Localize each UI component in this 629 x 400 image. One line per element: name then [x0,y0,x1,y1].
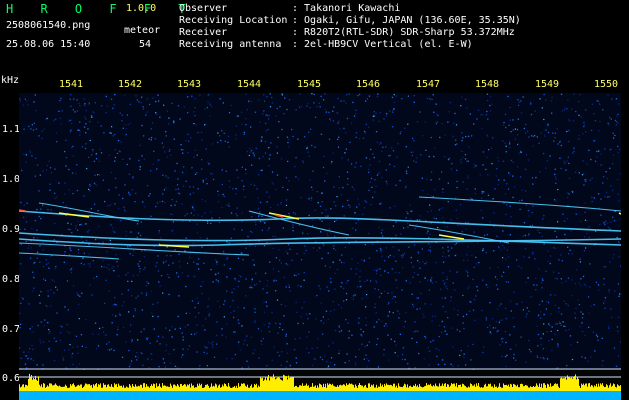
observer-value: : Takanori Kawachi [292,3,401,14]
meteor-label: meteor [124,25,161,36]
y-axis-unit: kHz [1,75,20,86]
location-label: Receiving Location [179,15,288,26]
freq-tick: 0.7 [2,324,21,335]
time-tick: 1545 [297,79,322,90]
freq-tick: 1.1 [2,124,21,135]
antenna-label: Receiving antenna [179,39,282,50]
freq-tick: 0.9 [2,224,21,235]
time-tick: 1549 [535,79,560,90]
time-tick: 1542 [118,79,143,90]
time-tick: 1547 [416,79,441,90]
freq-tick: 0.6 [2,373,21,384]
location-value: : Ogaki, Gifu, JAPAN (136.60E, 35.35N) [292,15,521,26]
time-tick: 1550 [594,79,619,90]
time-tick: 1544 [237,79,262,90]
activity-band [19,370,621,400]
capture-datetime: 25.08.06 15:40 [6,39,91,50]
time-tick: 1546 [356,79,381,90]
antenna-value: : 2el-HB9CV Vertical (el. E-W) [292,39,473,50]
freq-tick: 1.0 [2,174,21,185]
freq-tick: 0.8 [2,274,21,285]
receiver-label: Receiver [179,27,228,38]
spectrogram-panel [19,93,621,370]
app-logo: H R O F F T [6,2,196,16]
time-tick: 1548 [475,79,500,90]
file-name: 2508061540.png [6,20,91,31]
app-version: 1.0.0 [126,3,157,14]
observer-label: Observer [179,3,228,14]
meteor-count: 54 [139,39,152,50]
time-tick: 1543 [177,79,202,90]
time-tick: 1541 [59,79,84,90]
receiver-value: : R820T2(RTL-SDR) SDR-Sharp 53.372MHz [292,27,515,38]
